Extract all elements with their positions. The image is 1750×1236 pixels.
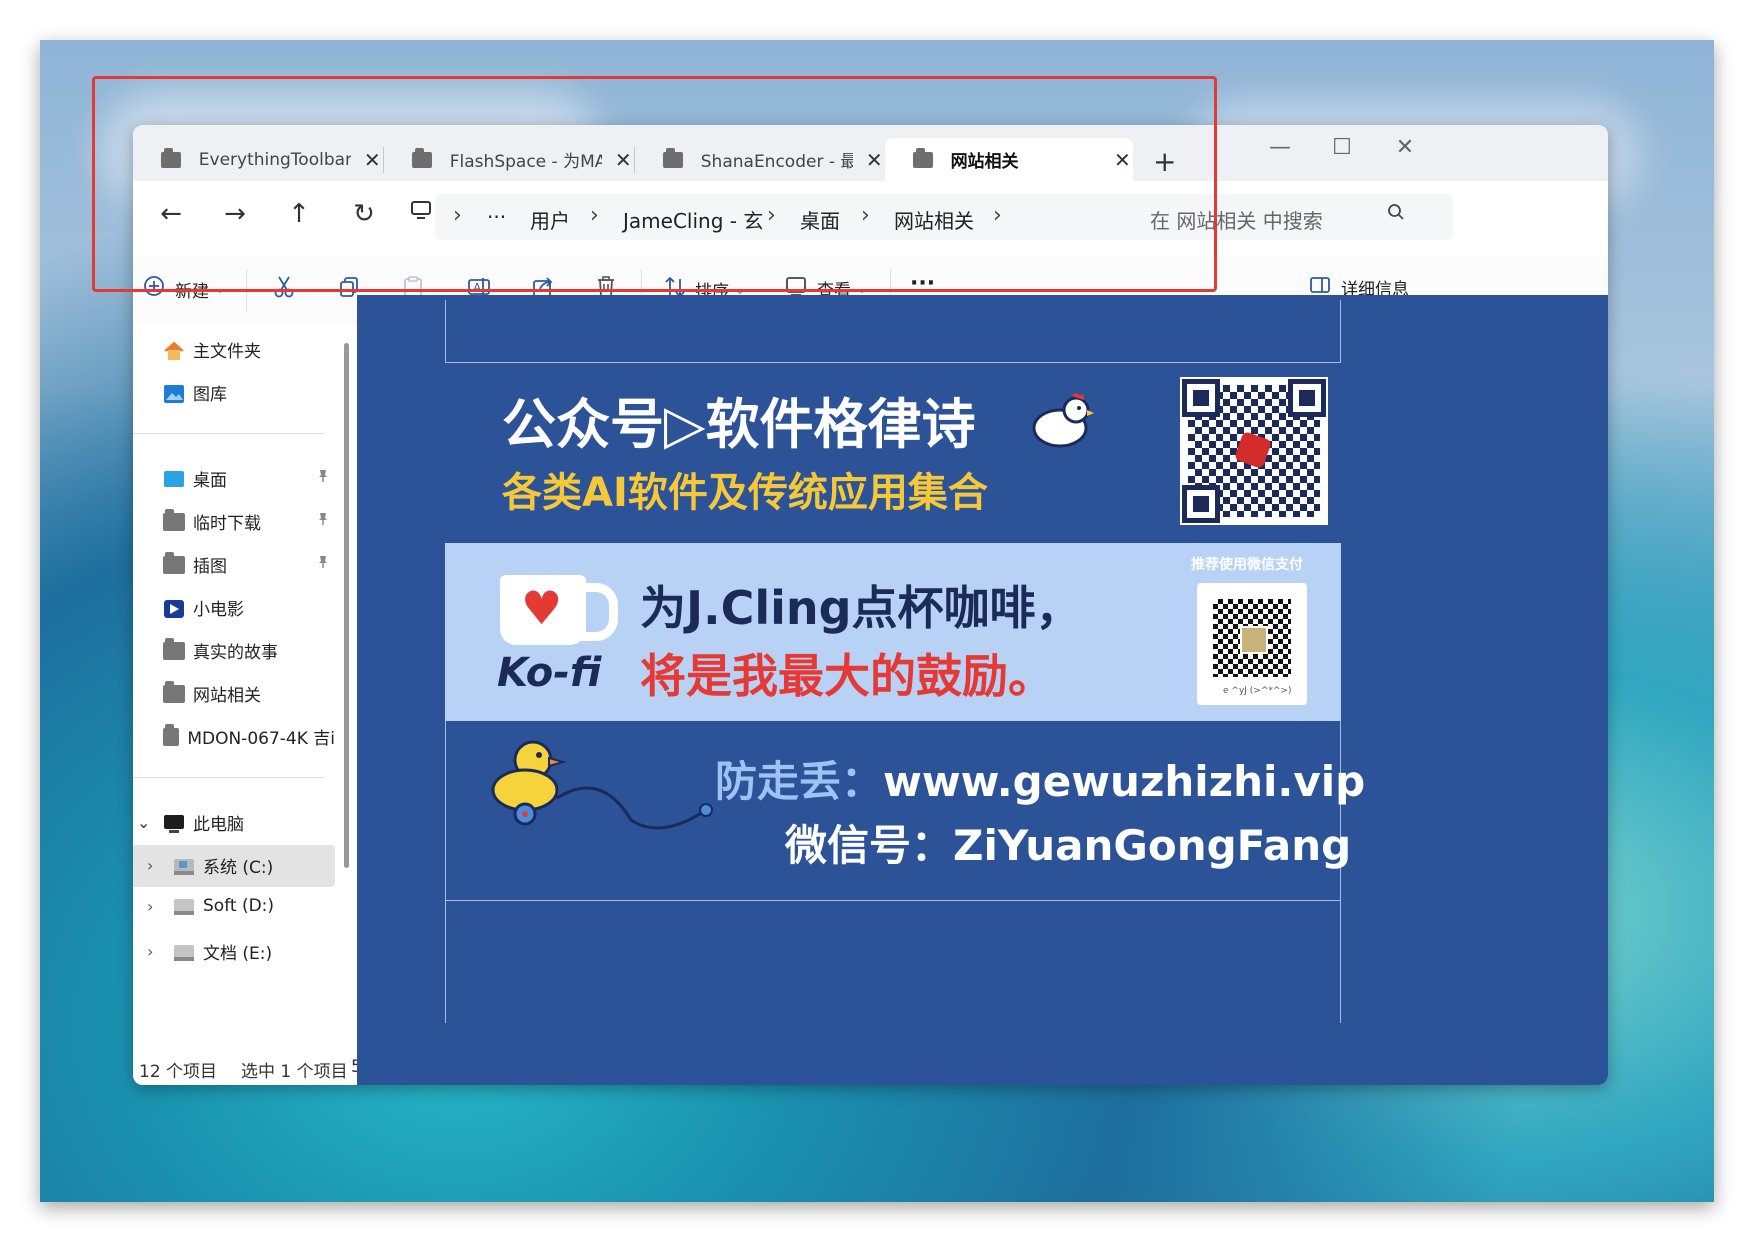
pin-icon xyxy=(316,555,330,573)
chicken-icon xyxy=(1030,386,1096,456)
site-url: www.gewuzhizhi.vip xyxy=(883,757,1366,806)
sidebar-item-home[interactable]: 主文件夹 xyxy=(163,337,261,362)
item-count: 12 个项目 xyxy=(139,1062,218,1082)
desktop-icon xyxy=(163,470,185,488)
site-line: 防走丢：www.gewuzhizhi.vip xyxy=(715,748,1365,809)
sidebar-item-label: 系统 (C:) xyxy=(203,858,274,878)
sidebar-item-this-pc[interactable]: ⌄ 此电脑 xyxy=(137,810,244,835)
sidebar-item-website[interactable]: 网站相关 xyxy=(163,680,261,706)
sidebar-item-label: 文档 (E:) xyxy=(203,944,273,964)
sidebar-item-label: 网站相关 xyxy=(193,686,261,706)
chevron-down-icon[interactable]: ⌄ xyxy=(137,813,163,832)
wechat-id-line: 微信号：ZiYuanGongFang xyxy=(785,812,1351,873)
qr-finder xyxy=(1182,485,1220,523)
search-icon[interactable] xyxy=(1387,203,1405,226)
sidebar-item-label: 临时下载 xyxy=(193,514,261,534)
qr-finder xyxy=(1288,379,1326,417)
poster-headline: 公众号▷软件格律诗 xyxy=(502,393,976,456)
folder-icon xyxy=(163,680,185,703)
qr-finder xyxy=(1182,379,1220,417)
sidebar-item-label: 桌面 xyxy=(193,471,227,491)
sidebar-item-gallery[interactable]: 图库 xyxy=(163,380,227,405)
sidebar-item-drive-e[interactable]: › 文档 (E:) xyxy=(147,939,272,964)
poster-guide-line xyxy=(445,900,1341,901)
wechat-avatar xyxy=(1240,626,1268,654)
home-icon xyxy=(163,341,185,360)
drive-icon xyxy=(173,943,195,961)
wechat-pay-label: 推荐使用微信支付 xyxy=(1191,557,1303,573)
pin-icon xyxy=(316,512,330,530)
pin-icon xyxy=(316,469,330,487)
sidebar-item-drive-c[interactable]: › 系统 (C:) xyxy=(147,853,273,878)
video-icon xyxy=(163,599,185,618)
close-window-button[interactable]: ✕ xyxy=(1380,135,1430,160)
sidebar-item-desktop[interactable]: 桌面 xyxy=(163,466,227,491)
coffee-line-1: 为J.Cling点杯咖啡， xyxy=(640,581,1082,635)
wechat-id: ZiYuanGongFang xyxy=(953,821,1352,870)
status-bar: 12 个项目 选中 1 个项目 5 xyxy=(133,1055,363,1085)
sidebar-item-label: 真实的故事 xyxy=(193,643,278,663)
sidebar-item-label: 小电影 xyxy=(193,600,244,620)
drive-icon xyxy=(173,857,195,875)
folder-icon xyxy=(163,724,180,746)
sidebar-item-downloads[interactable]: 临时下载 xyxy=(163,508,261,534)
duck-toy-icon xyxy=(491,740,721,844)
gallery-icon xyxy=(163,384,185,403)
minimize-button[interactable]: — xyxy=(1255,135,1305,160)
sidebar-item-label: 插图 xyxy=(193,557,227,577)
chevron-right-icon[interactable]: › xyxy=(147,942,173,961)
sidebar-item-label: 主文件夹 xyxy=(193,342,261,362)
sidebar-item-mdon[interactable]: MDON-067-4K 吉i xyxy=(163,724,335,749)
chevron-right-icon[interactable]: › xyxy=(147,897,173,916)
maximize-button[interactable]: ☐ xyxy=(1317,135,1367,160)
selection-count: 选中 1 个项目 xyxy=(241,1062,348,1082)
sidebar-divider xyxy=(133,433,325,434)
sidebar-item-movies[interactable]: 小电影 xyxy=(163,595,244,620)
kofi-cup-handle xyxy=(573,583,618,641)
poster-subline: 各类AI软件及传统应用集合 xyxy=(502,470,988,516)
sidebar-divider xyxy=(133,777,325,778)
sidebar-item-drive-d[interactable]: › Soft (D:) xyxy=(147,896,274,916)
folder-icon xyxy=(163,551,185,574)
preview-image: 公众号▷软件格律诗 各类AI软件及传统应用集合 ♥ Ko-fi 为J.Cling… xyxy=(445,300,1365,1023)
sidebar-item-label: MDON-067-4K 吉i xyxy=(187,729,335,749)
chevron-right-icon[interactable]: › xyxy=(147,856,173,875)
wechat-id-label: 微信号： xyxy=(785,821,954,870)
site-label: 防走丢： xyxy=(715,757,884,806)
wechat-qr-caption: e ^yJ (>^*^>) xyxy=(1223,686,1292,696)
folder-icon xyxy=(163,637,185,660)
sidebar-item-label: 此电脑 xyxy=(193,815,244,835)
sidebar-item-label: 图库 xyxy=(193,385,227,405)
folder-icon xyxy=(163,508,185,531)
drive-icon xyxy=(173,897,195,915)
highlight-box xyxy=(92,76,1217,292)
sidebar-scrollbar[interactable] xyxy=(344,343,349,868)
navigation-pane: 主文件夹 图库 桌面 临时下载 插图 小电影 真实的故事 网站相关 MDON-0… xyxy=(133,323,355,1085)
qr-code xyxy=(1180,377,1328,525)
computer-icon xyxy=(163,814,185,833)
sidebar-item-illustrations[interactable]: 插图 xyxy=(163,551,227,577)
kofi-logo-text: Ko-fi xyxy=(497,650,602,696)
sidebar-item-label: Soft (D:) xyxy=(203,896,275,916)
poster-guide-line xyxy=(445,362,1341,363)
sidebar-item-stories[interactable]: 真实的故事 xyxy=(163,637,278,663)
coffee-line-2: 将是我最大的鼓励。 xyxy=(640,649,1054,703)
heart-icon: ♥ xyxy=(521,581,563,635)
